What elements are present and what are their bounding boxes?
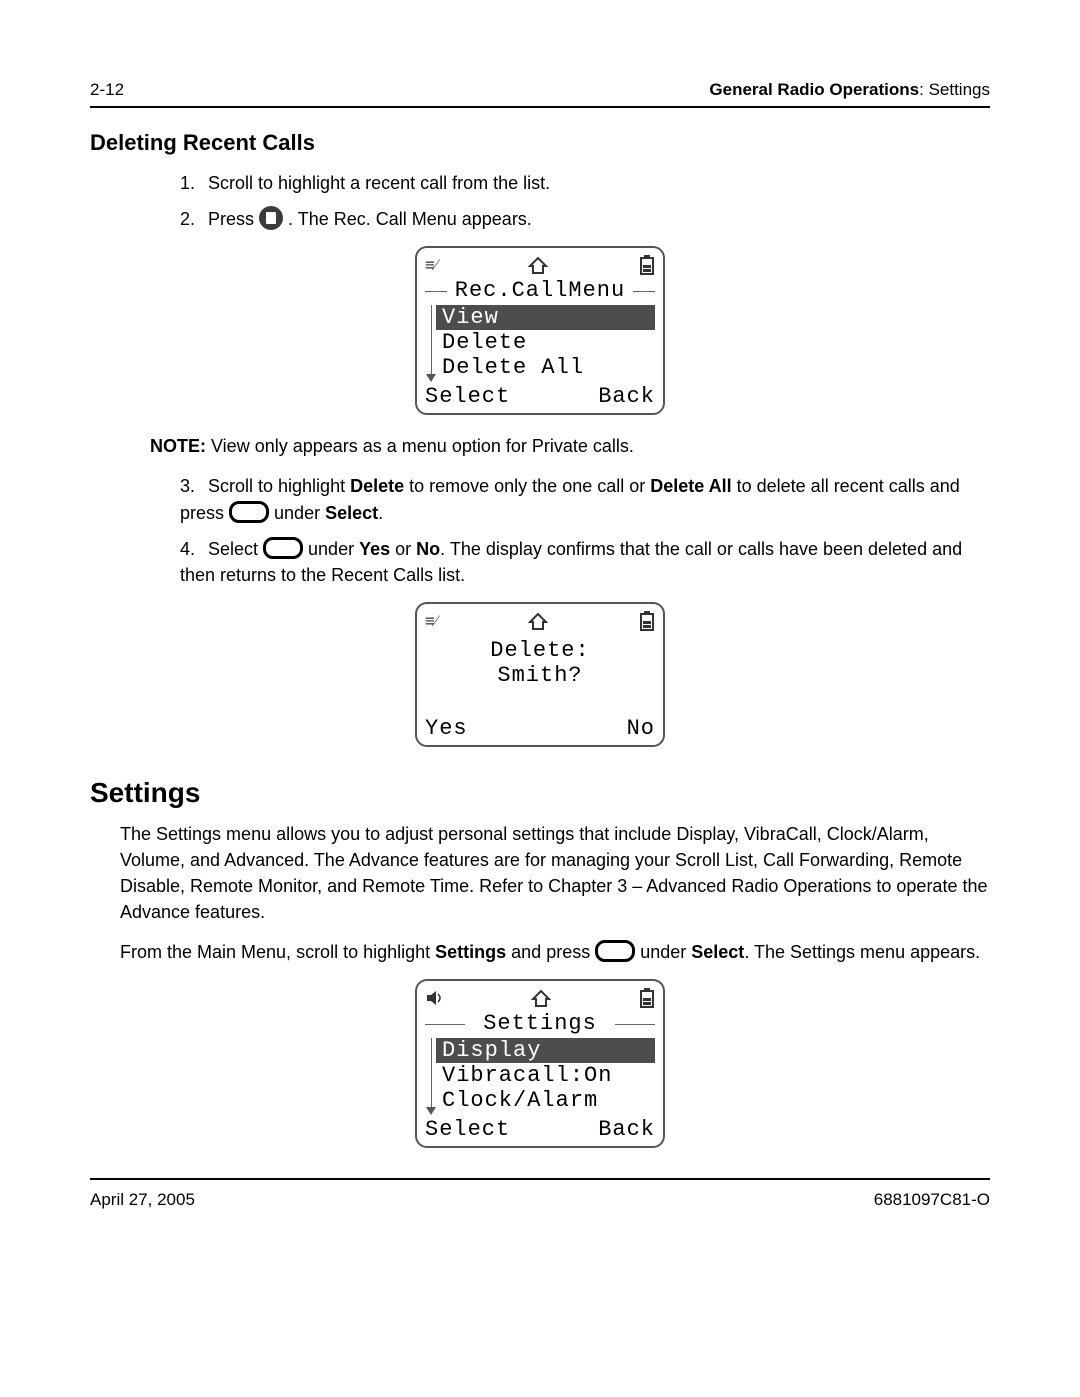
scroll-down-arrow-icon	[426, 374, 436, 382]
softkey-button-icon	[229, 501, 269, 523]
home-icon	[531, 989, 551, 1007]
step-4: 4.Select under Yes or No. The display co…	[180, 536, 990, 588]
page-footer: April 27, 2005 6881097C81-O	[90, 1190, 990, 1210]
scroll-down-arrow-icon	[426, 1107, 436, 1115]
footer-date: April 27, 2005	[90, 1190, 195, 1210]
softkey-button-icon	[263, 537, 303, 559]
menu-item-display: Display	[436, 1038, 655, 1063]
home-icon	[528, 256, 548, 274]
step-1: 1.Scroll to highlight a recent call from…	[180, 170, 990, 196]
softkey-no: No	[627, 716, 655, 741]
battery-icon	[639, 611, 655, 631]
menu-item-vibracall: Vibracall:On	[436, 1063, 655, 1088]
battery-icon	[639, 255, 655, 275]
softkey-back: Back	[598, 1117, 655, 1142]
signal-icon: ≡⁄	[425, 255, 437, 275]
step-2: 2.Press . The Rec. Call Menu appears.	[180, 206, 990, 232]
softkey-back: Back	[598, 384, 655, 409]
settings-description: The Settings menu allows you to adjust p…	[120, 821, 990, 925]
softkey-select: Select	[425, 384, 510, 409]
device-screen-delete-confirm: ≡⁄ Delete: Smith? Yes No	[415, 602, 665, 747]
page-number: 2-12	[90, 80, 124, 100]
heading-deleting-recent-calls: Deleting Recent Calls	[90, 130, 990, 156]
section-path: General Radio Operations: Settings	[709, 80, 990, 100]
menu-item-view: View	[436, 305, 655, 330]
footer-rule	[90, 1178, 990, 1180]
softkey-button-icon	[595, 940, 635, 962]
confirm-line-2: Smith?	[425, 663, 655, 688]
device-screen-settings: Settings Display Vibracall:On Clock/Alar…	[415, 979, 665, 1148]
note-paragraph: NOTE: View only appears as a menu option…	[150, 433, 990, 459]
softkey-yes: Yes	[425, 716, 468, 741]
confirm-line-1: Delete:	[425, 638, 655, 663]
home-icon	[528, 612, 548, 630]
heading-settings: Settings	[90, 777, 990, 809]
signal-icon: ≡⁄	[425, 611, 437, 631]
softkey-select: Select	[425, 1117, 510, 1142]
settings-navigation: From the Main Menu, scroll to highlight …	[120, 939, 990, 965]
device-screen-rec-call-menu: ≡⁄ Rec.CallMenu View Delete Delete All S…	[415, 246, 665, 415]
steps-list-a: 1.Scroll to highlight a recent call from…	[180, 170, 990, 232]
footer-doc-number: 6881097C81-O	[874, 1190, 990, 1210]
menu-item-delete-all: Delete All	[436, 355, 655, 380]
speaker-icon	[425, 989, 443, 1007]
menu-item-delete: Delete	[436, 330, 655, 355]
steps-list-b: 3.Scroll to highlight Delete to remove o…	[180, 473, 990, 587]
battery-icon	[639, 988, 655, 1008]
page-header: 2-12 General Radio Operations: Settings	[90, 80, 990, 100]
menu-button-icon	[259, 206, 283, 230]
menu-item-clock-alarm: Clock/Alarm	[436, 1088, 655, 1113]
step-3: 3.Scroll to highlight Delete to remove o…	[180, 473, 990, 525]
header-rule	[90, 106, 990, 108]
